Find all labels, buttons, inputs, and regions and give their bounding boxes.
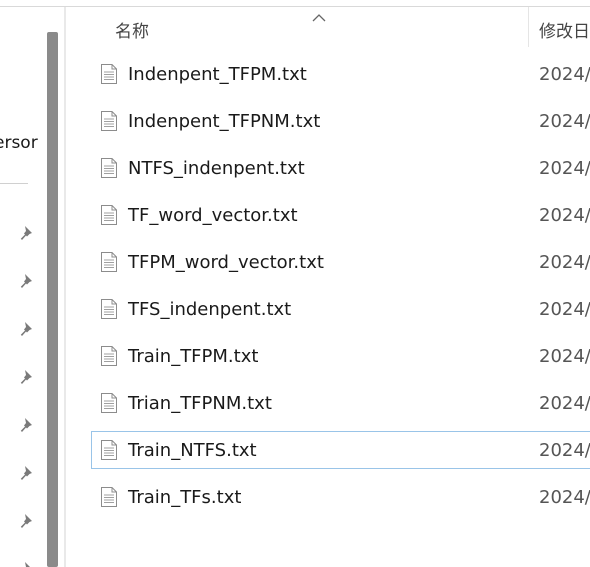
file-date-modified: 2024/ xyxy=(539,487,590,508)
pin-icon[interactable] xyxy=(17,271,37,291)
file-date-modified: 2024/ xyxy=(539,158,590,179)
column-separator[interactable] xyxy=(528,7,529,47)
file-date-modified: 2024/ xyxy=(539,205,590,226)
file-date-modified: 2024/ xyxy=(539,64,590,85)
pin-icon[interactable] xyxy=(17,511,37,531)
file-row[interactable]: Trian_TFPNM.txt 2024/ xyxy=(66,382,590,429)
pin-icon[interactable] xyxy=(17,415,37,435)
file-explorer-window: ersor 名称 修改日 Indenpent_TFPM.txt 2024/Inde… xyxy=(0,0,590,567)
pin-icon[interactable] xyxy=(17,559,37,567)
file-name[interactable]: NTFS_indenpent.txt xyxy=(128,158,305,179)
file-row[interactable]: TFPM_word_vector.txt 2024/ xyxy=(66,241,590,288)
column-header-name[interactable]: 名称 xyxy=(115,17,149,42)
pin-icon[interactable] xyxy=(17,367,37,387)
file-name[interactable]: Train_TFs.txt xyxy=(128,487,241,508)
file-row[interactable]: NTFS_indenpent.txt 2024/ xyxy=(66,147,590,194)
file-row[interactable]: Train_TFs.txt 2024/ xyxy=(66,476,590,523)
text-file-icon xyxy=(100,251,118,273)
file-date-modified: 2024/ xyxy=(539,111,590,132)
pin-icon[interactable] xyxy=(17,463,37,483)
text-file-icon xyxy=(100,392,118,414)
file-date-modified: 2024/ xyxy=(539,440,590,461)
file-date-modified: 2024/ xyxy=(539,252,590,273)
file-date-modified: 2024/ xyxy=(539,393,590,414)
file-date-modified: 2024/ xyxy=(539,299,590,320)
file-name[interactable]: TF_word_vector.txt xyxy=(128,205,298,226)
file-row[interactable]: TFS_indenpent.txt 2024/ xyxy=(66,288,590,335)
file-name[interactable]: TFPM_word_vector.txt xyxy=(128,252,324,273)
text-file-icon xyxy=(100,439,118,461)
column-header: 名称 修改日 xyxy=(66,7,590,47)
nav-scrollbar-thumb[interactable] xyxy=(47,32,58,567)
pin-icon[interactable] xyxy=(17,319,37,339)
text-file-icon xyxy=(100,204,118,226)
nav-item-label[interactable]: ersor xyxy=(0,133,38,153)
text-file-icon xyxy=(100,157,118,179)
file-name[interactable]: Trian_TFPNM.txt xyxy=(128,393,272,414)
navigation-pane: ersor xyxy=(0,7,42,567)
file-row[interactable]: Indenpent_TFPNM.txt 2024/ xyxy=(66,100,590,147)
file-row[interactable]: Train_NTFS.txt 2024/ xyxy=(66,429,590,476)
file-name[interactable]: Train_NTFS.txt xyxy=(128,440,257,461)
file-name[interactable]: Indenpent_TFPNM.txt xyxy=(128,111,320,132)
file-name[interactable]: TFS_indenpent.txt xyxy=(128,299,291,320)
text-file-icon xyxy=(100,110,118,132)
file-list: Indenpent_TFPM.txt 2024/Indenpent_TFPNM.t… xyxy=(66,53,590,523)
text-file-icon xyxy=(100,298,118,320)
pin-icon[interactable] xyxy=(17,223,37,243)
file-row[interactable]: TF_word_vector.txt 2024/ xyxy=(66,194,590,241)
text-file-icon xyxy=(100,486,118,508)
file-name[interactable]: Train_TFPM.txt xyxy=(128,346,258,367)
sort-ascending-icon xyxy=(312,7,326,22)
column-header-date-modified[interactable]: 修改日 xyxy=(539,17,590,42)
text-file-icon xyxy=(100,63,118,85)
nav-divider xyxy=(0,183,28,184)
file-row[interactable]: Indenpent_TFPM.txt 2024/ xyxy=(66,53,590,100)
file-row[interactable]: Train_TFPM.txt 2024/ xyxy=(66,335,590,382)
text-file-icon xyxy=(100,345,118,367)
file-name[interactable]: Indenpent_TFPM.txt xyxy=(128,64,307,85)
file-date-modified: 2024/ xyxy=(539,346,590,367)
